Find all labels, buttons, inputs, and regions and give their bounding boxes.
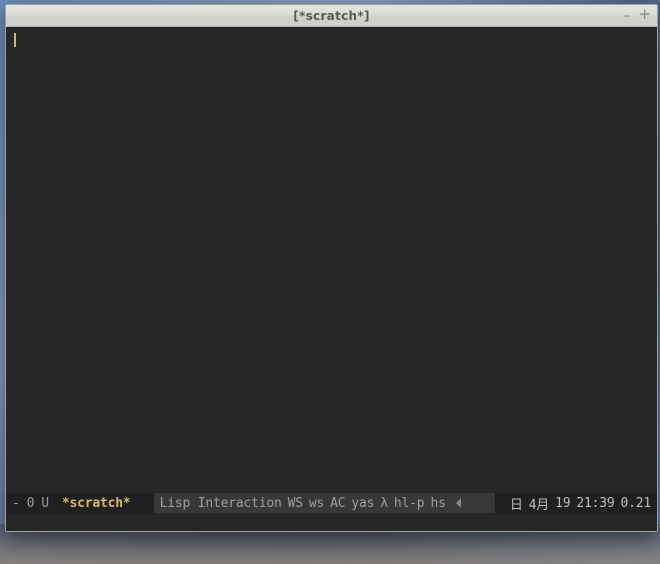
- minor-mode[interactable]: ws: [309, 496, 324, 511]
- modeline-left-segment: - 0 U *scratch*: [6, 493, 145, 513]
- powerline-separator-icon: [145, 493, 154, 513]
- line-number: 0: [27, 496, 35, 511]
- text-cursor: [14, 33, 16, 47]
- emacs-window: [*scratch*] – + - 0 U *scratch* Lisp Int…: [5, 4, 658, 532]
- window-title: [*scratch*]: [293, 9, 369, 23]
- modeline-right-wrap: 日 4月 19 21:39 0.21: [495, 493, 657, 513]
- minor-mode[interactable]: hl-p: [394, 496, 425, 511]
- modified-indicator: -: [12, 496, 20, 511]
- titlebar[interactable]: [*scratch*] – +: [6, 5, 657, 27]
- minor-mode[interactable]: AC: [330, 496, 345, 511]
- maximize-button[interactable]: +: [638, 7, 651, 22]
- echo-area[interactable]: [6, 513, 657, 531]
- minor-mode[interactable]: hs: [430, 496, 445, 511]
- major-mode[interactable]: Lisp Interaction: [160, 496, 282, 511]
- modeline-right-segment: 日 4月 19 21:39 0.21: [504, 493, 657, 513]
- minor-mode[interactable]: WS: [288, 496, 303, 511]
- clock-weekday: 日: [510, 494, 523, 513]
- clock-day: 19: [555, 496, 570, 511]
- powerline-thin-separator-icon: [456, 498, 461, 508]
- encoding-indicator: U: [41, 496, 49, 511]
- system-load: 0.21: [620, 496, 651, 511]
- mode-line[interactable]: - 0 U *scratch* Lisp Interaction WS ws A…: [6, 493, 657, 513]
- minor-mode[interactable]: λ: [380, 496, 388, 511]
- modeline-mode-segment: Lisp Interaction WS ws AC yas λ hl-p hs: [154, 493, 495, 513]
- minor-mode[interactable]: yas: [351, 496, 374, 511]
- powerline-separator-icon: [495, 493, 504, 513]
- clock-month: 4月: [529, 494, 549, 513]
- editor-area[interactable]: [6, 27, 657, 493]
- titlebar-controls: – +: [623, 5, 651, 26]
- buffer-name[interactable]: *scratch*: [56, 496, 137, 511]
- minimize-button[interactable]: –: [623, 9, 630, 23]
- clock-time: 21:39: [576, 496, 614, 511]
